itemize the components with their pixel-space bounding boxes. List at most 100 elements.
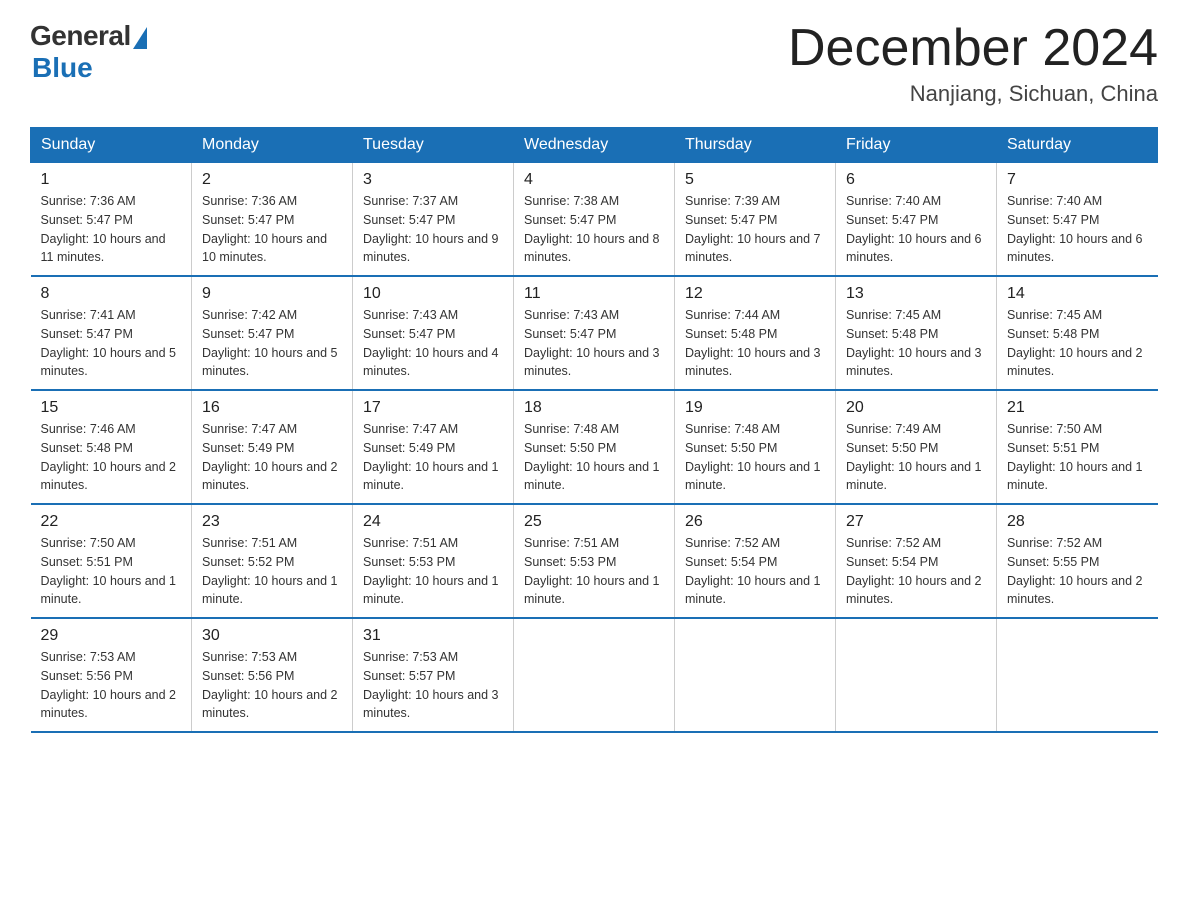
day-info: Sunrise: 7:39 AM Sunset: 5:47 PM Dayligh… (685, 192, 825, 267)
table-row: 26 Sunrise: 7:52 AM Sunset: 5:54 PM Dayl… (675, 504, 836, 618)
table-row: 28 Sunrise: 7:52 AM Sunset: 5:55 PM Dayl… (997, 504, 1158, 618)
calendar-week-row: 8 Sunrise: 7:41 AM Sunset: 5:47 PM Dayli… (31, 276, 1158, 390)
day-number: 9 (202, 285, 342, 303)
day-info: Sunrise: 7:36 AM Sunset: 5:47 PM Dayligh… (202, 192, 342, 267)
col-thursday: Thursday (675, 128, 836, 163)
col-wednesday: Wednesday (514, 128, 675, 163)
day-number: 15 (41, 399, 182, 417)
table-row: 14 Sunrise: 7:45 AM Sunset: 5:48 PM Dayl… (997, 276, 1158, 390)
col-sunday: Sunday (31, 128, 192, 163)
day-number: 28 (1007, 513, 1148, 531)
col-friday: Friday (836, 128, 997, 163)
day-info: Sunrise: 7:40 AM Sunset: 5:47 PM Dayligh… (1007, 192, 1148, 267)
day-info: Sunrise: 7:51 AM Sunset: 5:52 PM Dayligh… (202, 534, 342, 609)
calendar-week-row: 29 Sunrise: 7:53 AM Sunset: 5:56 PM Dayl… (31, 618, 1158, 732)
day-number: 20 (846, 399, 986, 417)
table-row: 23 Sunrise: 7:51 AM Sunset: 5:52 PM Dayl… (192, 504, 353, 618)
day-number: 17 (363, 399, 503, 417)
day-number: 1 (41, 171, 182, 189)
col-tuesday: Tuesday (353, 128, 514, 163)
day-number: 21 (1007, 399, 1148, 417)
day-number: 26 (685, 513, 825, 531)
day-number: 16 (202, 399, 342, 417)
table-row: 29 Sunrise: 7:53 AM Sunset: 5:56 PM Dayl… (31, 618, 192, 732)
day-info: Sunrise: 7:47 AM Sunset: 5:49 PM Dayligh… (202, 420, 342, 495)
table-row: 6 Sunrise: 7:40 AM Sunset: 5:47 PM Dayli… (836, 163, 997, 277)
day-info: Sunrise: 7:44 AM Sunset: 5:48 PM Dayligh… (685, 306, 825, 381)
day-info: Sunrise: 7:52 AM Sunset: 5:55 PM Dayligh… (1007, 534, 1148, 609)
day-info: Sunrise: 7:52 AM Sunset: 5:54 PM Dayligh… (685, 534, 825, 609)
table-row (514, 618, 675, 732)
table-row: 18 Sunrise: 7:48 AM Sunset: 5:50 PM Dayl… (514, 390, 675, 504)
table-row: 11 Sunrise: 7:43 AM Sunset: 5:47 PM Dayl… (514, 276, 675, 390)
table-row: 19 Sunrise: 7:48 AM Sunset: 5:50 PM Dayl… (675, 390, 836, 504)
calendar-week-row: 22 Sunrise: 7:50 AM Sunset: 5:51 PM Dayl… (31, 504, 1158, 618)
day-number: 2 (202, 171, 342, 189)
day-info: Sunrise: 7:49 AM Sunset: 5:50 PM Dayligh… (846, 420, 986, 495)
title-block: December 2024 Nanjiang, Sichuan, China (788, 20, 1158, 107)
table-row: 16 Sunrise: 7:47 AM Sunset: 5:49 PM Dayl… (192, 390, 353, 504)
calendar-table: Sunday Monday Tuesday Wednesday Thursday… (30, 127, 1158, 733)
table-row (997, 618, 1158, 732)
table-row: 30 Sunrise: 7:53 AM Sunset: 5:56 PM Dayl… (192, 618, 353, 732)
day-number: 24 (363, 513, 503, 531)
day-info: Sunrise: 7:51 AM Sunset: 5:53 PM Dayligh… (524, 534, 664, 609)
table-row: 17 Sunrise: 7:47 AM Sunset: 5:49 PM Dayl… (353, 390, 514, 504)
table-row: 2 Sunrise: 7:36 AM Sunset: 5:47 PM Dayli… (192, 163, 353, 277)
table-row: 22 Sunrise: 7:50 AM Sunset: 5:51 PM Dayl… (31, 504, 192, 618)
day-info: Sunrise: 7:37 AM Sunset: 5:47 PM Dayligh… (363, 192, 503, 267)
day-info: Sunrise: 7:40 AM Sunset: 5:47 PM Dayligh… (846, 192, 986, 267)
day-number: 31 (363, 627, 503, 645)
day-number: 5 (685, 171, 825, 189)
day-number: 29 (41, 627, 182, 645)
day-info: Sunrise: 7:53 AM Sunset: 5:56 PM Dayligh… (41, 648, 182, 723)
col-monday: Monday (192, 128, 353, 163)
day-info: Sunrise: 7:36 AM Sunset: 5:47 PM Dayligh… (41, 192, 182, 267)
day-number: 11 (524, 285, 664, 303)
day-number: 8 (41, 285, 182, 303)
table-row: 31 Sunrise: 7:53 AM Sunset: 5:57 PM Dayl… (353, 618, 514, 732)
day-info: Sunrise: 7:47 AM Sunset: 5:49 PM Dayligh… (363, 420, 503, 495)
table-row: 9 Sunrise: 7:42 AM Sunset: 5:47 PM Dayli… (192, 276, 353, 390)
day-info: Sunrise: 7:43 AM Sunset: 5:47 PM Dayligh… (363, 306, 503, 381)
logo-general-text: General (30, 20, 131, 52)
day-number: 19 (685, 399, 825, 417)
day-info: Sunrise: 7:42 AM Sunset: 5:47 PM Dayligh… (202, 306, 342, 381)
day-number: 10 (363, 285, 503, 303)
table-row: 24 Sunrise: 7:51 AM Sunset: 5:53 PM Dayl… (353, 504, 514, 618)
calendar-week-row: 1 Sunrise: 7:36 AM Sunset: 5:47 PM Dayli… (31, 163, 1158, 277)
day-number: 18 (524, 399, 664, 417)
day-number: 14 (1007, 285, 1148, 303)
table-row: 21 Sunrise: 7:50 AM Sunset: 5:51 PM Dayl… (997, 390, 1158, 504)
day-info: Sunrise: 7:38 AM Sunset: 5:47 PM Dayligh… (524, 192, 664, 267)
table-row (836, 618, 997, 732)
day-info: Sunrise: 7:53 AM Sunset: 5:56 PM Dayligh… (202, 648, 342, 723)
calendar-week-row: 15 Sunrise: 7:46 AM Sunset: 5:48 PM Dayl… (31, 390, 1158, 504)
logo-arrow-icon (133, 27, 147, 49)
table-row: 3 Sunrise: 7:37 AM Sunset: 5:47 PM Dayli… (353, 163, 514, 277)
day-number: 12 (685, 285, 825, 303)
table-row: 7 Sunrise: 7:40 AM Sunset: 5:47 PM Dayli… (997, 163, 1158, 277)
day-number: 4 (524, 171, 664, 189)
table-row: 12 Sunrise: 7:44 AM Sunset: 5:48 PM Dayl… (675, 276, 836, 390)
month-year-title: December 2024 (788, 20, 1158, 77)
day-number: 27 (846, 513, 986, 531)
col-saturday: Saturday (997, 128, 1158, 163)
day-number: 6 (846, 171, 986, 189)
day-info: Sunrise: 7:48 AM Sunset: 5:50 PM Dayligh… (524, 420, 664, 495)
day-info: Sunrise: 7:52 AM Sunset: 5:54 PM Dayligh… (846, 534, 986, 609)
day-info: Sunrise: 7:48 AM Sunset: 5:50 PM Dayligh… (685, 420, 825, 495)
table-row: 8 Sunrise: 7:41 AM Sunset: 5:47 PM Dayli… (31, 276, 192, 390)
page-header: General Blue December 2024 Nanjiang, Sic… (30, 20, 1158, 107)
day-number: 22 (41, 513, 182, 531)
day-info: Sunrise: 7:50 AM Sunset: 5:51 PM Dayligh… (41, 534, 182, 609)
day-info: Sunrise: 7:46 AM Sunset: 5:48 PM Dayligh… (41, 420, 182, 495)
day-number: 25 (524, 513, 664, 531)
day-number: 30 (202, 627, 342, 645)
day-info: Sunrise: 7:43 AM Sunset: 5:47 PM Dayligh… (524, 306, 664, 381)
table-row (675, 618, 836, 732)
day-info: Sunrise: 7:45 AM Sunset: 5:48 PM Dayligh… (846, 306, 986, 381)
table-row: 5 Sunrise: 7:39 AM Sunset: 5:47 PM Dayli… (675, 163, 836, 277)
location-subtitle: Nanjiang, Sichuan, China (788, 81, 1158, 107)
table-row: 27 Sunrise: 7:52 AM Sunset: 5:54 PM Dayl… (836, 504, 997, 618)
